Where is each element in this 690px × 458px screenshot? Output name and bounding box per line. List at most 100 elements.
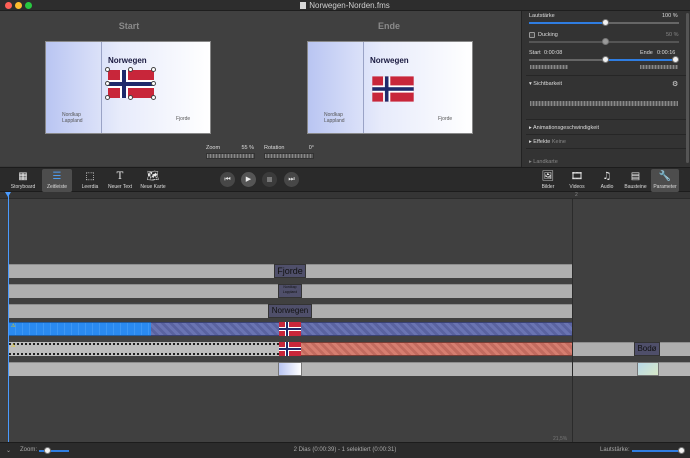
timeline-area[interactable]: 2 Fjorde Nordkap Lappland Norwegen ⚠ ⚠ B… [0,192,690,442]
end-fine-slider[interactable] [639,64,679,70]
resize-handle-bc[interactable] [128,95,133,100]
volume-label-status: Lautstärke: [600,447,630,453]
playhead[interactable] [5,192,11,442]
main-toolbar: ▦ Storyboard ☰ Zeitleiste ⬚ Leerdia T Neuer … [0,167,690,192]
inspector-scrollbar[interactable] [686,13,689,163]
new-text-button[interactable]: T Neuer Text [106,169,134,192]
blank-slide-button[interactable]: ⬚ Leerdia [79,169,101,192]
stop-button[interactable] [262,172,277,187]
play-button[interactable]: ▶ [241,172,256,187]
range-start-knob[interactable] [602,56,609,63]
map-icon: 🗺 [146,171,160,182]
images-button[interactable]: 🖼 Bilder [537,169,559,192]
text-icon: T [116,171,124,182]
resize-handle-bl[interactable] [105,95,110,100]
new-map-label: Neue Karte [140,184,166,190]
ducking-slider-knob[interactable] [602,38,609,45]
resize-handle-br[interactable] [151,95,156,100]
storyboard-label: Storyboard [10,184,36,190]
ducking-checkbox[interactable] [529,32,535,38]
parameters-label: Parameter [653,184,677,190]
app-window: Norwegen-Norden.fms Start Ende Norwegen … [0,0,690,458]
document-icon [300,2,307,9]
volume-slider-fill [529,22,606,24]
resize-handle-tr[interactable] [151,67,156,72]
skip-back-icon: ⏮ [224,175,231,183]
rotation-value: 0° [308,145,314,151]
timeline-button[interactable]: ☰ Zeitleiste [42,169,72,192]
blank-slide-label: Leerdia [81,184,99,190]
blocks-button[interactable]: ▤ Bausteine [622,169,649,192]
timeline-ruler[interactable]: 2 [0,192,690,199]
slide-thumbnail-2[interactable] [637,362,659,376]
videos-button[interactable]: 🎞 Videos [566,169,588,192]
animation-speed-section[interactable]: ▸ Animationsgeschwindigkeit [529,125,599,131]
audio-button[interactable]: ♫ Audio [596,169,618,192]
zoom-slider[interactable] [206,153,255,159]
skip-forward-icon: ⏭ [288,175,295,183]
slide-marker-2: 2 [575,192,578,198]
map-section[interactable]: ▸ Landkarte [529,159,558,165]
norway-flag-image [372,76,414,102]
effects-section[interactable]: ▸ Effekte Keine [529,139,566,145]
blocks-label: Bausteine [624,184,647,190]
master-volume-slider[interactable] [632,450,682,452]
visibility-section[interactable]: ▾ Sichtbarkeit [529,81,562,87]
slide-divider [363,42,364,133]
start-fine-slider[interactable] [529,64,569,70]
norway-flag-thumbnail [279,322,301,336]
ducking-label: Ducking [538,32,558,38]
gear-icon[interactable]: ⚙ [672,80,678,88]
title-bar: Norwegen-Norden.fms [0,0,690,11]
resize-handle-ml[interactable] [105,81,110,86]
image-track-active[interactable] [9,322,151,336]
rotation-slider[interactable] [264,153,314,159]
images-label: Bilder [541,184,555,190]
text-clip-fjorde[interactable]: Fjorde [274,264,306,278]
norway-flag-image[interactable] [108,70,154,98]
parameters-button[interactable]: 🔧 Parameter [651,169,679,192]
skip-forward-button[interactable]: ⏭ [284,172,299,187]
master-volume-knob[interactable] [678,447,685,454]
resize-handle-mr[interactable] [151,81,156,86]
music-note-icon: ♫ [602,171,612,182]
new-map-button[interactable]: 🗺 Neue Karte [138,169,168,192]
start-value: 0:00:08 [544,50,563,56]
volume-slider-knob[interactable] [602,19,609,26]
text-clip-norwegen[interactable]: Norwegen [268,304,312,318]
end-slide-preview[interactable]: Norwegen Nordkap Lappland Fjorde [307,41,473,134]
preview-area: Start Ende Norwegen Nordkap Lappland Fjo… [0,11,521,166]
norway-flag-thumbnail [279,342,301,356]
grid-icon: ▦ [18,171,28,182]
storyboard-button[interactable]: ▦ Storyboard [8,169,38,192]
resize-handle-tl[interactable] [105,67,110,72]
wrench-icon: 🔧 [658,171,672,182]
image-track-animated[interactable] [301,342,572,356]
resize-handle-tc[interactable] [128,67,133,72]
slide-track-2[interactable] [573,362,690,376]
image-track-remaining[interactable] [151,322,572,336]
rotation-label: Rotation [264,145,285,151]
range-end-knob[interactable] [672,56,679,63]
parameter-inspector: Lautstärke 100 % Ducking 50 % Start 0:00… [521,11,690,167]
end-slide-title: Norwegen [370,56,409,65]
inspector-divider [526,134,686,135]
visibility-label: Sichtbarkeit [533,81,563,87]
film-track[interactable] [9,342,279,356]
next-slide-track[interactable] [573,342,690,356]
dashed-rect-icon: ⬚ [85,171,95,182]
visibility-curve-track[interactable] [529,100,679,107]
start-slide-preview[interactable]: Norwegen Nordkap Lappland Fjorde [45,41,211,134]
map-label: Landkarte [533,159,558,165]
film-icon: 🎞 [570,171,584,182]
audio-label: Audio [600,184,614,190]
skip-back-button[interactable]: ⏮ [220,172,235,187]
start-preview-label: Start [118,21,140,31]
text-clip-bodo[interactable]: Bodø [634,342,660,356]
text-clip-nordkap[interactable]: Nordkap Lappland [278,284,302,298]
zoom-label: Zoom [206,145,221,151]
animation-speed-label: Animationsgeschwindigkeit [533,125,600,131]
slide-thumbnail-1[interactable] [278,362,302,376]
end-slide-caption-2: Lappland [324,118,345,124]
end-slide-caption-right: Fjorde [438,116,453,122]
